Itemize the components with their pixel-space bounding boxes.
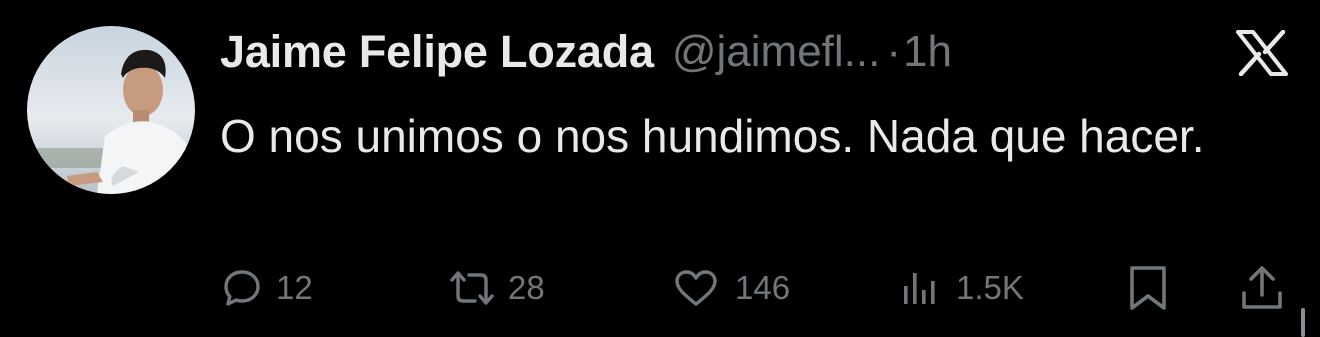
reply-button[interactable]: 12 <box>222 262 313 314</box>
tweet-text: O nos unimos o nos hundimos. Nada que ha… <box>220 110 1205 162</box>
separator-dot: · <box>886 27 901 76</box>
scrollbar-thumb[interactable] <box>1301 308 1305 337</box>
tweet-header: Jaime Felipe Lozada @jaimefl... · 1h <box>220 22 952 82</box>
like-count: 146 <box>735 269 791 306</box>
views-button[interactable]: 1.5K <box>900 262 1024 314</box>
retweet-count: 28 <box>508 269 545 306</box>
author-name[interactable]: Jaime Felipe Lozada <box>220 26 654 78</box>
views-icon <box>900 268 942 308</box>
views-count: 1.5K <box>956 269 1024 306</box>
like-button[interactable]: 146 <box>673 262 790 314</box>
retweet-icon <box>448 268 496 308</box>
share-button[interactable] <box>1240 262 1284 314</box>
retweet-button[interactable]: 28 <box>448 262 545 314</box>
share-icon <box>1240 265 1284 311</box>
profile-photo <box>27 26 195 194</box>
heart-icon <box>673 268 719 308</box>
reply-icon <box>222 268 262 308</box>
action-bar: 12 28 146 1.5K <box>0 262 1320 314</box>
avatar[interactable] <box>27 26 195 194</box>
bookmark-button[interactable] <box>1126 262 1170 314</box>
timestamp[interactable]: 1h <box>903 27 952 77</box>
author-handle[interactable]: @jaimefl... <box>672 27 880 77</box>
reply-count: 12 <box>276 269 313 306</box>
x-logo-icon <box>1236 29 1288 77</box>
bookmark-icon <box>1126 264 1170 312</box>
